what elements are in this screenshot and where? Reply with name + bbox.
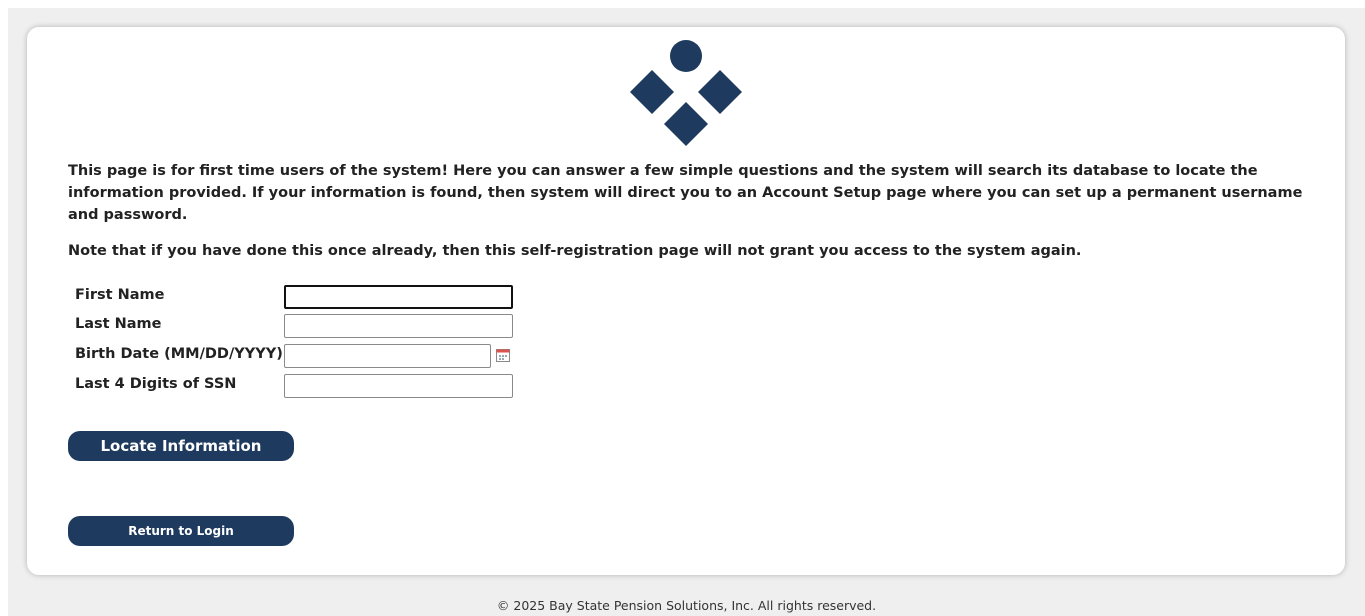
- ssn-label: Last 4 Digits of SSN: [75, 376, 237, 392]
- note-text: Note that if you have done this once alr…: [68, 243, 1082, 259]
- intro-text: This page is for first time users of the…: [68, 163, 1303, 223]
- company-logo: [630, 40, 742, 146]
- ssn-input[interactable]: [284, 374, 513, 398]
- calendar-icon[interactable]: [496, 349, 510, 362]
- first-name-label: First Name: [75, 287, 165, 303]
- first-name-input[interactable]: [284, 285, 513, 309]
- footer-copyright: © 2025 Bay State Pension Solutions, Inc.…: [496, 598, 877, 613]
- birth-date-input[interactable]: [284, 344, 491, 368]
- last-name-row: Last Name: [75, 314, 535, 338]
- return-to-login-button[interactable]: Return to Login: [68, 516, 294, 546]
- last-name-label: Last Name: [75, 316, 162, 332]
- first-name-row: First Name: [75, 285, 535, 309]
- birth-date-label: Birth Date (MM/DD/YYYY): [75, 346, 283, 362]
- locate-information-button[interactable]: Locate Information: [68, 431, 294, 461]
- birth-date-row: Birth Date (MM/DD/YYYY): [75, 344, 535, 368]
- last-name-input[interactable]: [284, 314, 513, 338]
- ssn-row: Last 4 Digits of SSN: [75, 374, 535, 398]
